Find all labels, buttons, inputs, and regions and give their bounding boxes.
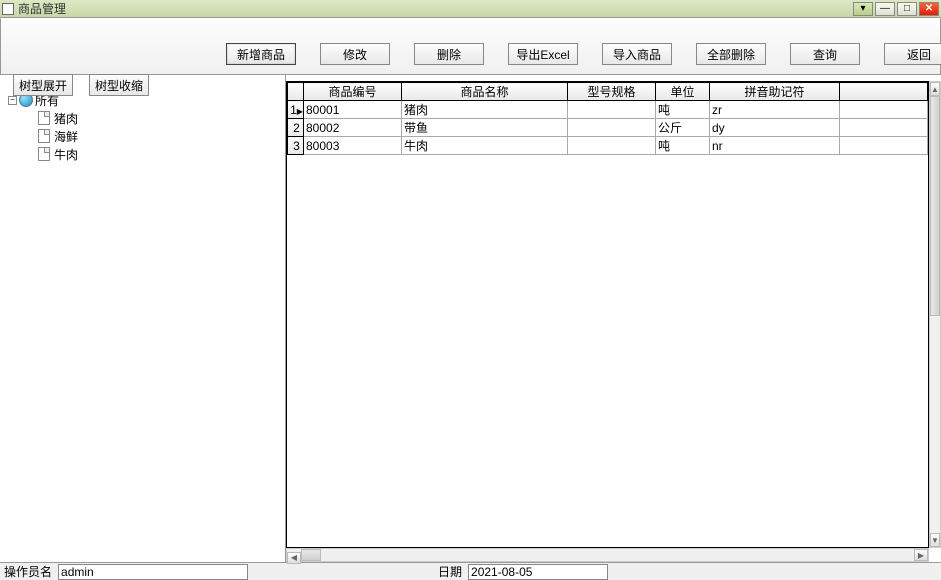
cell-code[interactable]: 80002 <box>304 119 402 137</box>
query-button[interactable]: 查询 <box>790 43 860 65</box>
cell-extra[interactable] <box>840 119 928 137</box>
content-area: − 所有 猪肉 海鲜 牛肉 商品编号 商品名称 <box>0 75 941 562</box>
toolbar: 新增商品 修改 删除 导出Excel 导入商品 全部删除 查询 返回 树型展开 … <box>0 18 941 75</box>
maximize-button[interactable]: □ <box>897 2 917 16</box>
scroll-thumb[interactable] <box>930 96 940 316</box>
minimize-aux-button[interactable]: ▾ <box>853 2 873 16</box>
delete-all-button[interactable]: 全部删除 <box>696 43 766 65</box>
cell-extra[interactable] <box>840 101 928 119</box>
cell-extra[interactable] <box>840 137 928 155</box>
scroll-left-icon[interactable]: ◀ <box>287 552 301 564</box>
scroll-thumb-h[interactable] <box>301 549 321 561</box>
row-number-header <box>288 83 304 101</box>
scroll-down-icon[interactable]: ▼ <box>930 533 940 547</box>
grid-wrap: 商品编号 商品名称 型号规格 单位 拼音助记符 1▶80001猪肉吨zr2800… <box>286 81 929 548</box>
operator-field: admin <box>58 564 248 580</box>
back-button[interactable]: 返回 <box>884 43 941 65</box>
cell-unit[interactable]: 吨 <box>656 101 710 119</box>
tree-child-node[interactable]: 海鲜 <box>4 127 285 145</box>
operator-value: admin <box>61 565 94 579</box>
table-row[interactable]: 380003牛肉 吨nr <box>288 137 928 155</box>
horizontal-scrollbar[interactable]: ◀ ▶ <box>286 548 929 562</box>
tree-child-label: 牛肉 <box>54 146 78 163</box>
scroll-right-icon[interactable]: ▶ <box>914 549 928 561</box>
close-button[interactable]: ✕ <box>919 2 939 16</box>
titlebar: 商品管理 ▾ — □ ✕ <box>0 0 941 18</box>
row-number: 2 <box>288 119 304 137</box>
delete-button[interactable]: 删除 <box>414 43 484 65</box>
operator-label: 操作员名 <box>2 563 54 580</box>
tree-child-node[interactable]: 猪肉 <box>4 109 285 127</box>
row-number: 3 <box>288 137 304 155</box>
table-row[interactable]: 280002带鱼 公斤dy <box>288 119 928 137</box>
document-icon <box>38 147 50 161</box>
tree-child-node[interactable]: 牛肉 <box>4 145 285 163</box>
tree-collapse-button[interactable]: 树型收缩 <box>89 74 149 96</box>
document-icon <box>38 129 50 143</box>
edit-button[interactable]: 修改 <box>320 43 390 65</box>
cell-pinyin[interactable]: dy <box>710 119 840 137</box>
statusbar: 操作员名 admin 日期 2021-08-05 <box>0 562 941 580</box>
cell-pinyin[interactable]: nr <box>710 137 840 155</box>
export-excel-button[interactable]: 导出Excel <box>508 43 578 65</box>
col-header-code[interactable]: 商品编号 <box>304 83 402 101</box>
tree-child-label: 海鲜 <box>54 128 78 145</box>
add-product-button[interactable]: 新增商品 <box>226 43 296 65</box>
cell-spec[interactable] <box>568 101 656 119</box>
app-icon <box>2 3 14 15</box>
tree-panel: − 所有 猪肉 海鲜 牛肉 <box>0 75 286 562</box>
col-header-unit[interactable]: 单位 <box>656 83 710 101</box>
cell-pinyin[interactable]: zr <box>710 101 840 119</box>
col-header-pinyin[interactable]: 拼音助记符 <box>710 83 840 101</box>
cell-unit[interactable]: 吨 <box>656 137 710 155</box>
product-table: 商品编号 商品名称 型号规格 单位 拼音助记符 1▶80001猪肉吨zr2800… <box>287 82 928 155</box>
cell-code[interactable]: 80003 <box>304 137 402 155</box>
col-header-name[interactable]: 商品名称 <box>402 83 568 101</box>
table-row[interactable]: 1▶80001猪肉 吨zr <box>288 101 928 119</box>
scroll-up-icon[interactable]: ▲ <box>930 82 940 96</box>
cell-name[interactable]: 猪肉 <box>402 101 568 119</box>
table-header-row: 商品编号 商品名称 型号规格 单位 拼音助记符 <box>288 83 928 101</box>
import-product-button[interactable]: 导入商品 <box>602 43 672 65</box>
date-label: 日期 <box>436 563 464 580</box>
minimize-button[interactable]: — <box>875 2 895 16</box>
cell-spec[interactable] <box>568 137 656 155</box>
date-field: 2021-08-05 <box>468 564 608 580</box>
col-header-extra <box>840 83 928 101</box>
col-header-spec[interactable]: 型号规格 <box>568 83 656 101</box>
cell-name[interactable]: 带鱼 <box>402 119 568 137</box>
vertical-scrollbar[interactable]: ▲ ▼ <box>929 81 941 548</box>
tree-child-label: 猪肉 <box>54 110 78 127</box>
cell-spec[interactable] <box>568 119 656 137</box>
grid-panel: 商品编号 商品名称 型号规格 单位 拼音助记符 1▶80001猪肉吨zr2800… <box>286 75 941 562</box>
document-icon <box>38 111 50 125</box>
row-number: 1▶ <box>288 101 304 119</box>
window-title: 商品管理 <box>18 0 853 17</box>
tree-toggle-icon[interactable]: − <box>8 96 17 105</box>
cell-code[interactable]: 80001 <box>304 101 402 119</box>
cell-unit[interactable]: 公斤 <box>656 119 710 137</box>
window-controls: ▾ — □ ✕ <box>853 2 939 16</box>
date-value: 2021-08-05 <box>471 565 532 579</box>
cell-name[interactable]: 牛肉 <box>402 137 568 155</box>
tree-expand-button[interactable]: 树型展开 <box>13 74 73 96</box>
